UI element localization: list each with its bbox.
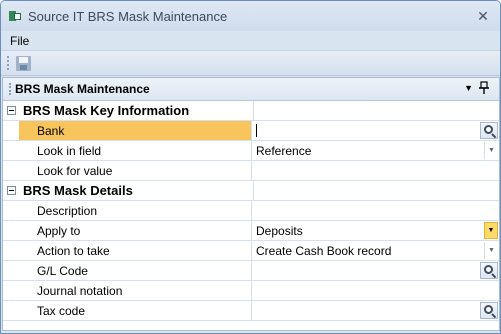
save-icon[interactable] xyxy=(16,55,31,71)
menu-file[interactable]: File xyxy=(10,34,29,48)
search-icon[interactable] xyxy=(480,262,498,279)
property-row-look-in-field[interactable]: Look in field Reference ▼ xyxy=(3,141,499,161)
property-name: Tax code xyxy=(19,301,252,320)
toolbar xyxy=(1,51,500,76)
property-name: Apply to xyxy=(19,221,252,240)
chevron-down-icon[interactable]: ▼ xyxy=(484,222,498,239)
property-row-journal-notation[interactable]: Journal notation xyxy=(3,281,499,301)
property-row-look-for-value[interactable]: Look for value xyxy=(3,161,499,181)
chevron-down-icon[interactable]: ▼ xyxy=(484,242,498,259)
look-in-field-select[interactable]: Reference ▼ xyxy=(252,141,499,160)
collapse-icon[interactable] xyxy=(6,186,16,195)
property-row-bank[interactable]: Bank xyxy=(3,121,499,141)
panel-grip[interactable] xyxy=(9,83,12,95)
panel-title: BRS Mask Maintenance xyxy=(15,82,150,96)
property-row-description[interactable]: Description xyxy=(3,201,499,221)
chevron-down-icon[interactable]: ▼ xyxy=(464,83,473,93)
text-caret xyxy=(256,124,257,137)
bank-field[interactable] xyxy=(252,121,499,140)
panel-header: BRS Mask Maintenance ▼ xyxy=(3,78,499,101)
property-name: G/L Code xyxy=(19,261,252,280)
property-name: Journal notation xyxy=(19,281,252,300)
search-icon[interactable] xyxy=(480,302,498,319)
title-bar: Source IT BRS Mask Maintenance ✕ xyxy=(1,1,500,31)
apply-to-select[interactable]: Deposits ▼ xyxy=(252,221,499,240)
property-name: Look for value xyxy=(19,161,252,180)
category-label: BRS Mask Key Information xyxy=(23,103,190,118)
property-row-gl-code[interactable]: G/L Code xyxy=(3,261,499,281)
look-for-value-field[interactable] xyxy=(252,161,499,180)
property-name: Look in field xyxy=(19,141,252,160)
property-row-action-to-take[interactable]: Action to take Create Cash Book record ▼ xyxy=(3,241,499,261)
category-row[interactable]: BRS Mask Key Information xyxy=(3,101,499,121)
pin-icon[interactable] xyxy=(479,81,489,97)
collapse-icon[interactable] xyxy=(6,106,16,115)
toolbar-grip[interactable] xyxy=(7,56,10,70)
search-icon[interactable] xyxy=(480,122,498,139)
journal-notation-field[interactable] xyxy=(252,281,499,300)
tax-code-field[interactable] xyxy=(252,301,499,320)
property-row-tax-code[interactable]: Tax code xyxy=(3,301,499,321)
gl-code-field[interactable] xyxy=(252,261,499,280)
property-row-apply-to[interactable]: Apply to Deposits ▼ xyxy=(3,221,499,241)
property-grid: BRS Mask Key Information Bank Look in fi… xyxy=(3,101,499,321)
category-label: BRS Mask Details xyxy=(23,183,133,198)
app-window: Source IT BRS Mask Maintenance ✕ File BR… xyxy=(0,0,501,334)
chevron-down-icon[interactable]: ▼ xyxy=(484,142,498,159)
action-to-take-select[interactable]: Create Cash Book record ▼ xyxy=(252,241,499,260)
description-field[interactable] xyxy=(252,201,499,220)
property-name: Bank xyxy=(19,121,252,140)
category-row[interactable]: BRS Mask Details xyxy=(3,181,499,201)
menu-bar: File xyxy=(1,31,500,51)
close-icon[interactable]: ✕ xyxy=(474,7,492,25)
app-icon xyxy=(9,10,21,22)
property-name: Description xyxy=(19,201,252,220)
mask-maintenance-panel: BRS Mask Maintenance ▼ BRS Mask Key Info… xyxy=(2,77,500,331)
window-title: Source IT BRS Mask Maintenance xyxy=(28,8,228,24)
property-name: Action to take xyxy=(19,241,252,260)
